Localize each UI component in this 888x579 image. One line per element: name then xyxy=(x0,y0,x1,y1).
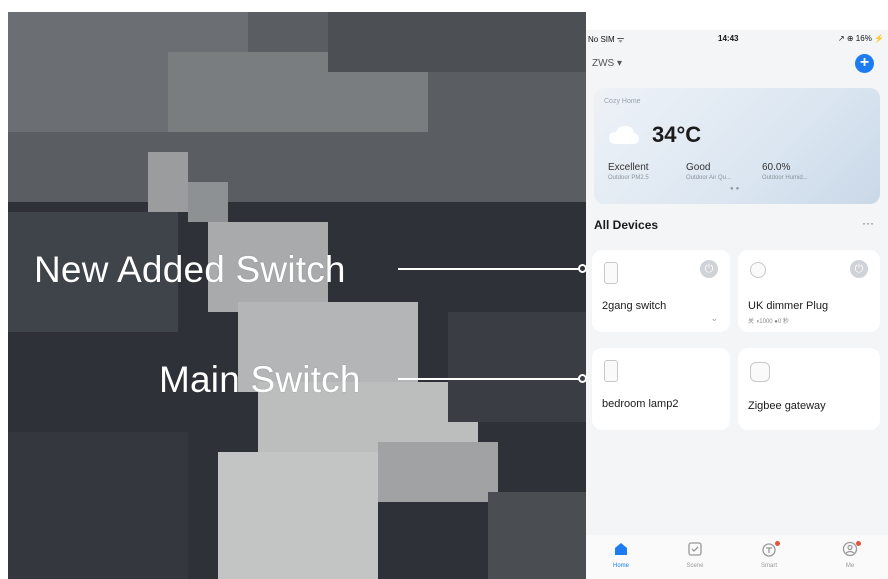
carrier-label: No SIM ᯤ xyxy=(588,35,625,44)
tab-bar: Home Scene Smart Me xyxy=(586,535,888,579)
device-name: Zigbee gateway xyxy=(748,400,826,412)
pm25-value: Excellent xyxy=(608,162,649,173)
battery-status: ↗ ⊕ 16% ⚡ xyxy=(837,34,884,43)
tab-scene[interactable]: Scene xyxy=(675,541,715,569)
notification-badge xyxy=(856,541,861,546)
air-quality-value: Good xyxy=(686,162,711,173)
plug-icon xyxy=(750,262,766,278)
air-quality-label: Outdoor Air Qu... xyxy=(686,175,732,181)
status-bar: No SIM ᯤ 14:43 ↗ ⊕ 16% ⚡ xyxy=(586,30,888,48)
main-switch-callout-line xyxy=(398,378,580,380)
notification-badge xyxy=(775,541,780,546)
cloud-icon xyxy=(609,126,639,144)
power-button[interactable]: ⏻ xyxy=(700,260,718,278)
tab-label: Scene xyxy=(686,563,704,569)
plus-icon: + xyxy=(859,54,870,71)
home-icon xyxy=(615,543,627,555)
device-name: 2gang switch xyxy=(602,300,667,312)
tab-smart[interactable]: Smart xyxy=(749,541,789,569)
tab-label: Me xyxy=(845,563,855,569)
device-name: bedroom lamp2 xyxy=(602,398,679,410)
pm25-label: Outdoor PM2.5 xyxy=(608,175,649,181)
device-info: 关 ◑1000 ●0 秒 xyxy=(748,319,789,325)
tab-home[interactable]: Home xyxy=(601,541,641,569)
chevron-down-icon[interactable]: ⌄ xyxy=(710,313,718,324)
main-switch-annotation: Main Switch xyxy=(159,359,361,400)
smart-home-app: No SIM ᯤ 14:43 ↗ ⊕ 16% ⚡ ZWS ▾ + Cozy Ho… xyxy=(586,30,888,579)
home-selector[interactable]: ZWS ▾ xyxy=(592,58,622,69)
device-name: UK dimmer Plug xyxy=(748,300,829,312)
temperature: 34°C xyxy=(652,122,702,147)
humidity-value: 60.0% xyxy=(762,162,791,173)
new-switch-annotation: New Added Switch xyxy=(34,249,346,290)
gateway-icon xyxy=(750,362,770,382)
scene-icon xyxy=(688,542,702,556)
switch-icon xyxy=(604,262,618,284)
air-quality-stat: Good Outdoor Air Qu... xyxy=(686,162,731,181)
clock: 14:43 xyxy=(718,34,739,43)
device-card-uk-dimmer-plug[interactable]: ⏻ UK dimmer Plug 关 ◑1000 ●0 秒 xyxy=(738,250,880,332)
more-options-button[interactable]: ··· xyxy=(862,216,874,230)
section-title: All Devices xyxy=(594,218,659,232)
power-button[interactable]: ⏻ xyxy=(850,260,868,278)
background-photo xyxy=(8,12,586,579)
pm25-stat: Excellent Outdoor PM2.5 xyxy=(608,162,649,181)
tab-label: Home xyxy=(612,563,629,569)
device-card-bedroom-lamp2[interactable]: bedroom lamp2 xyxy=(592,348,730,430)
humidity-label: Outdoor Humid... xyxy=(762,175,808,181)
switch-icon xyxy=(604,360,618,382)
add-device-button[interactable]: + xyxy=(855,54,874,73)
humidity-stat: 60.0% Outdoor Humid... xyxy=(762,162,808,181)
new-switch-callout-line xyxy=(398,268,580,270)
tab-label: Smart xyxy=(760,563,777,569)
device-card-2gang-switch[interactable]: ⏻ 2gang switch ⌄ xyxy=(592,250,730,332)
page-indicator: ●● xyxy=(730,186,742,192)
home-name: Cozy Home xyxy=(604,98,641,105)
tab-me[interactable]: Me xyxy=(830,541,870,569)
device-card-zigbee-gateway[interactable]: Zigbee gateway xyxy=(738,348,880,430)
weather-card[interactable]: Cozy Home 34°C Excellent Outdoor PM2.5 G… xyxy=(594,88,880,204)
